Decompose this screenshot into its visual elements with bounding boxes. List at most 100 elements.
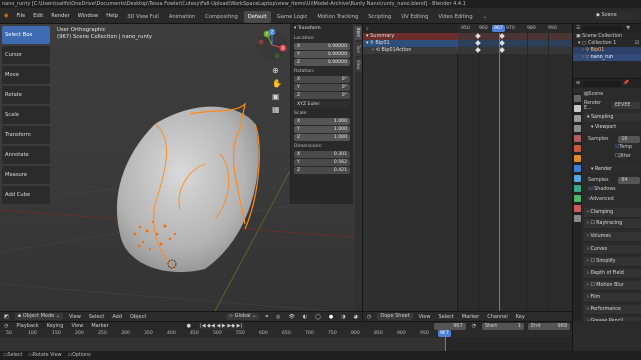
channel-summary[interactable]: ▾ Summary (363, 33, 458, 40)
viewport-menu-select[interactable]: Select (85, 312, 108, 322)
workspace-tab-scripting[interactable]: Scripting (364, 11, 395, 23)
outliner-filter-icon[interactable]: ☰ (573, 26, 580, 31)
menu-help[interactable]: Help (102, 8, 122, 24)
section-viewport[interactable]: ▾ Viewport (584, 123, 641, 133)
tool-tab-icon[interactable] (574, 95, 581, 102)
render-tab-icon[interactable] (574, 105, 581, 112)
workspace-tab-game-logic[interactable]: Game Logic (273, 11, 312, 23)
channel-bip01action[interactable]: › ⟲ Bip01Action (363, 47, 458, 54)
dope-menu-marker[interactable]: Marker (458, 312, 483, 322)
mode-select[interactable]: ▪ Object Mode ⌄ (14, 313, 63, 320)
dope-menu-view[interactable]: View (415, 312, 435, 322)
funnel-icon[interactable]: ▼ (626, 26, 630, 31)
menu-edit[interactable]: Edit (29, 8, 47, 24)
dope-key-area[interactable] (458, 54, 572, 321)
dope-menu-key[interactable]: Key (512, 312, 529, 322)
navigation-gizmo[interactable]: X Y Z (255, 28, 289, 62)
sidebar-tab-tool[interactable]: Tool (355, 42, 362, 56)
jitter-checkbox[interactable]: ☐ Jitter (615, 154, 631, 159)
rotation-z-field[interactable]: Z 0° (294, 92, 350, 99)
outliner-item-scene-collection[interactable]: ▣ Scene Collection (573, 33, 641, 40)
dimensions-x-field[interactable]: X 0.301 (294, 151, 350, 158)
modifier-tab-icon[interactable] (574, 165, 581, 172)
timeline-ruler[interactable]: 50 100 150 200 250 300 350 400 450 500 5… (0, 330, 572, 338)
pan-hand-icon[interactable]: ✋ (272, 77, 282, 90)
render-samples-field[interactable]: 64 (618, 176, 640, 184)
section-volumes[interactable]: › Volumes (584, 232, 641, 242)
tool-scale[interactable]: Scale (2, 106, 50, 124)
sidebar-tab-view[interactable]: View (355, 58, 362, 72)
viewport-samples-field[interactable]: 16 (618, 135, 640, 143)
world-tab-icon[interactable] (574, 145, 581, 152)
proportional-edit-icon[interactable]: ◎ (272, 312, 284, 322)
workspace-tab-motion-tracking[interactable]: Motion Tracking (313, 11, 362, 23)
tool-cursor[interactable]: Cursor (2, 46, 50, 64)
section-motion-blur[interactable]: › ☐ Motion Blur (584, 281, 641, 291)
timeline[interactable]: 50 100 150 200 250 300 350 400 450 500 5… (0, 330, 572, 351)
section-simplify[interactable]: › ☐ Simplify (584, 257, 641, 267)
dope-search-bar[interactable]: ⌕ (363, 24, 458, 33)
workspace-tab-compositing[interactable]: Compositing (201, 11, 242, 23)
outliner-item-nano-run[interactable]: › ▽ nano_run (573, 54, 641, 61)
workspace-more-chevron-icon[interactable]: ⌄ (479, 11, 491, 23)
dimensions-y-field[interactable]: Y 0.562 (294, 159, 350, 166)
constraints-tab-icon[interactable] (574, 195, 581, 202)
end-frame-field[interactable]: End 969 (528, 322, 570, 330)
outliner-search-input[interactable] (583, 25, 624, 32)
viewport-menu-add[interactable]: Add (108, 312, 126, 322)
dope-current-frame[interactable]: 967 (492, 25, 505, 32)
menu-file[interactable]: File (13, 8, 30, 24)
section-raytracing[interactable]: › ☐ Raytracing (584, 219, 641, 229)
scale-x-field[interactable]: X 1.000 (294, 118, 350, 125)
outliner[interactable]: ☰ ▼ ▣ Scene Collection ▾ ▢ Collection 1 ☑… (572, 24, 641, 78)
output-tab-icon[interactable] (574, 115, 581, 122)
transform-orientation-select[interactable]: ⊹ Global ⌄ (225, 313, 260, 320)
dope-menu-select[interactable]: Select (434, 312, 457, 322)
object-tab-icon[interactable] (574, 155, 581, 162)
transform-panel-header[interactable]: ▾ Transform (291, 24, 353, 33)
dope-menu-channel[interactable]: Channel (483, 312, 512, 322)
viewport-menu-view[interactable]: View (65, 312, 85, 322)
texture-tab-icon[interactable] (574, 215, 581, 222)
outliner-item-collection-1[interactable]: ▾ ▢ Collection 1 ☑ (573, 40, 641, 47)
overlays-icon[interactable]: ◐ (299, 312, 311, 322)
timeline-playhead[interactable] (445, 330, 446, 351)
zoom-icon[interactable]: ⊕ (272, 64, 282, 77)
section-clamping[interactable]: › Clamping (584, 208, 641, 218)
location-y-field[interactable]: Y 0.00000 (294, 51, 350, 58)
scene-tab-icon[interactable] (574, 135, 581, 142)
scene-selector[interactable]: ◆ Scene (593, 12, 639, 19)
shading-rendered-icon[interactable]: ◕ (350, 312, 362, 322)
section-render[interactable]: ▾ Render (584, 165, 641, 175)
dope-mode-select[interactable]: Dope Sheet (377, 313, 413, 320)
tool-move[interactable]: Move (2, 66, 50, 84)
perspective-grid-icon[interactable]: ▦ (272, 103, 282, 116)
advanced-toggle[interactable]: › Advanced (588, 197, 614, 202)
jump-end-icon[interactable]: ▶| (237, 323, 243, 329)
shadows-toggle[interactable]: › ☑ Shadows (588, 187, 616, 192)
shading-wire-icon[interactable]: ◯ (311, 312, 325, 322)
workspace-tab-uv-editing[interactable]: UV Editing (397, 11, 432, 23)
shading-material-icon[interactable]: ◑ (337, 312, 349, 322)
properties-search-input[interactable] (583, 80, 622, 87)
workspace-tab-animation[interactable]: Animation (165, 11, 199, 23)
channel-bip01[interactable]: ▾ ⚲ Bip01 (363, 40, 458, 47)
editor-type-dope-icon[interactable]: ◷ (363, 312, 375, 322)
workspace-tab-3d-view-full[interactable]: 3D View Full (123, 11, 163, 23)
menu-window[interactable]: Window (74, 8, 102, 24)
menu-render[interactable]: Render (47, 8, 73, 24)
properties-editor-icon[interactable]: ⊞ (573, 81, 580, 86)
next-key-icon[interactable]: ▶◆ (227, 323, 236, 329)
start-frame-field[interactable]: Start 1 (482, 322, 524, 330)
render-engine-select[interactable]: EEVEE (612, 102, 640, 109)
camera-view-icon[interactable]: ▣ (272, 90, 282, 103)
blender-logo-icon[interactable]: ◉ (0, 8, 13, 24)
3d-viewport[interactable]: Select Box Cursor Move Rotate Scale Tran… (0, 24, 362, 311)
temporal-checkbox[interactable]: ☑ Temp (615, 145, 632, 150)
tool-measure[interactable]: Measure (2, 166, 50, 184)
section-curves[interactable]: › Curves (584, 245, 641, 255)
location-x-field[interactable]: X 0.00000 (294, 43, 350, 50)
section-depth-of-field[interactable]: › Depth of Field (584, 269, 641, 279)
outliner-item-bip01[interactable]: › ⚲ Bip01 (573, 47, 641, 54)
workspace-tab-default[interactable]: Default (243, 10, 271, 23)
